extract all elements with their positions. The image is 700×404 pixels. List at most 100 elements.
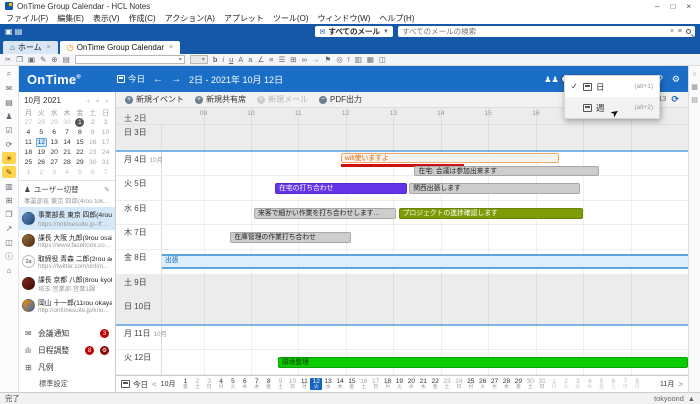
event-bar[interactable]: 在庫管理の作業打ち合わせ <box>230 232 351 243</box>
strip-day-6[interactable]: 6土 <box>608 378 620 391</box>
minical-day-12[interactable]: 12 <box>35 137 48 147</box>
minical-day-14[interactable]: 14 <box>61 137 74 147</box>
strip-day-10[interactable]: 10日 <box>286 378 298 391</box>
format-icon-r0[interactable]: b <box>213 55 218 64</box>
format-icon-1[interactable]: ❐ <box>16 55 23 64</box>
format-icon-r12[interactable]: ◎ <box>336 55 343 64</box>
search-input[interactable] <box>402 27 666 36</box>
minical-nav[interactable]: ‹ ∘ › <box>87 97 110 105</box>
tab-close-icon[interactable]: × <box>169 44 173 51</box>
format-icon-r10[interactable]: → <box>312 55 320 64</box>
format-icon-5[interactable]: ▤ <box>63 55 70 64</box>
format-icon-r5[interactable]: ∠ <box>257 55 264 64</box>
event-bar[interactable]: wifi使いますよ <box>341 153 559 163</box>
panel-icon-1[interactable]: ▦ <box>691 83 698 91</box>
strip-day-18[interactable]: 18月 <box>382 378 394 391</box>
mail-scope-dropdown[interactable]: ✉ すべてのメール ▼ <box>315 26 393 37</box>
day-row-3日[interactable]: 日 3日 <box>116 125 688 150</box>
event-bar[interactable]: プロジェクトの進捗確認します <box>399 208 583 219</box>
minical-day-28[interactable]: 28 <box>35 117 48 127</box>
bookmark-icon-14[interactable]: ⌂ <box>2 264 16 276</box>
user-list-item-4[interactable]: 岡山 十一郎(11rou okaya...http://ontimesuite.… <box>19 295 115 316</box>
format-icon-r8[interactable]: ⊞ <box>290 55 296 64</box>
bookmark-icon-8[interactable]: ▥ <box>2 180 16 192</box>
tab-home[interactable]: ⌂ ホーム × <box>3 41 58 54</box>
user-list-item-2[interactable]: 2a取締役 青森 二郎(2rou ao...https://twitter.co… <box>19 251 115 272</box>
user-list-item-3[interactable]: 課長 京都 八郎(8rou kyot...埼玉-営業部-営業1課 <box>19 272 115 295</box>
edit-pencil-icon[interactable]: ✎ <box>104 186 110 194</box>
minical-day-27[interactable]: 27 <box>48 157 61 167</box>
format-icon-3[interactable]: ✎ <box>40 55 46 64</box>
format-icon-r1[interactable]: i <box>222 55 224 64</box>
day-row-10日[interactable]: 日 10日 <box>116 299 688 324</box>
menu-item-1[interactable]: 編集(E) <box>57 13 84 24</box>
minical-day-7[interactable]: 7 <box>61 127 74 137</box>
strip-day-23[interactable]: 23土 <box>441 378 453 391</box>
minical-day-27[interactable]: 27 <box>22 117 35 127</box>
tab-close-icon[interactable]: × <box>47 44 51 51</box>
menu-item-6[interactable]: ツール(O) <box>273 13 309 24</box>
bookmark-icon-6[interactable]: ☀ <box>2 152 16 164</box>
strip-day-1[interactable]: 1月 <box>548 378 560 391</box>
strip-day-13[interactable]: 13水 <box>322 378 334 391</box>
minical-day-9[interactable]: 9 <box>86 127 99 137</box>
strip-day-24[interactable]: 24日 <box>453 378 465 391</box>
minical-day-5[interactable]: 5 <box>35 127 48 137</box>
minical-day-30[interactable]: 30 <box>61 117 74 127</box>
minical-day-11[interactable]: 11 <box>22 137 35 147</box>
search-box[interactable]: × ≡ <box>398 26 695 37</box>
strip-day-29[interactable]: 29金 <box>512 378 524 391</box>
format-icon-r9[interactable]: ∞ <box>302 55 307 64</box>
minical-day-18[interactable]: 18 <box>22 147 35 157</box>
bookmark-icon-0[interactable]: ⌕ <box>2 68 16 80</box>
strip-day-7[interactable]: 7木 <box>251 378 263 391</box>
search-icon[interactable] <box>686 29 691 34</box>
menu-item-8[interactable]: ヘルプ(H) <box>379 13 414 24</box>
user-list-item-0[interactable]: 事業部長 東京 四郎(4rou...https://ontimesuite.jp… <box>19 207 115 230</box>
format-icon-r15[interactable]: ▦ <box>367 55 374 64</box>
minical-day-2[interactable]: 2 <box>35 167 48 177</box>
strip-today-button[interactable]: 今日 <box>121 379 148 390</box>
minical-day-1[interactable]: 1 <box>73 117 86 127</box>
strip-next-button[interactable]: > <box>678 380 683 389</box>
clear-search-icon[interactable]: × <box>670 28 674 35</box>
strip-day-4[interactable]: 4月 <box>215 378 227 391</box>
sidebar-item-会議通知[interactable]: ✉会議通知3 <box>19 325 115 342</box>
day-row-12日[interactable]: 火 12日環境整理 <box>116 350 688 375</box>
format-icon-r7[interactable]: ☰ <box>279 55 286 64</box>
day-row-6日[interactable]: 水 6日来客で細かい作業を打ち合わせします...プロジェクトの進捗確認します <box>116 201 688 226</box>
format-icon-r2[interactable]: u <box>229 55 233 64</box>
day-row-9日[interactable]: 土 9日 <box>116 275 688 300</box>
today-button[interactable]: 今日 <box>117 73 145 85</box>
minical-day-30[interactable]: 30 <box>86 157 99 167</box>
strip-day-28[interactable]: 28木 <box>501 378 513 391</box>
strip-day-1[interactable]: 1金 <box>179 378 191 391</box>
format-icon-2[interactable]: ▣ <box>28 55 35 64</box>
bookmark-icon-13[interactable]: ⓘ <box>2 250 16 262</box>
minical-day-1[interactable]: 1 <box>22 167 35 177</box>
format-icon-r13[interactable]: ! <box>348 55 350 64</box>
minical-day-6[interactable]: 6 <box>48 127 61 137</box>
minical-day-16[interactable]: 16 <box>86 137 99 147</box>
strip-day-9[interactable]: 9土 <box>275 378 287 391</box>
toolbar-button-1[interactable]: +新規共有席 <box>195 94 246 105</box>
strip-day-30[interactable]: 30土 <box>524 378 536 391</box>
minical-day-4[interactable]: 4 <box>22 127 35 137</box>
view-menu-item-日[interactable]: ✓日(alt+1) <box>565 76 659 97</box>
prev-arrow-button[interactable]: ← <box>153 74 163 85</box>
toolbar-button-0[interactable]: +新規イベント <box>125 94 184 105</box>
minical-day-23[interactable]: 23 <box>86 147 99 157</box>
minical-day-6[interactable]: 6 <box>86 167 99 177</box>
strip-day-2[interactable]: 2火 <box>560 378 572 391</box>
strip-day-5[interactable]: 5火 <box>227 378 239 391</box>
event-bar[interactable]: 環境整理 <box>278 357 688 368</box>
strip-day-11[interactable]: 11月 <box>298 378 310 391</box>
format-icon-r16[interactable]: ◫ <box>379 55 386 64</box>
bookmark-icon-3[interactable]: ♟ <box>2 110 16 122</box>
format-icon-r6[interactable]: ≡ <box>269 55 273 64</box>
maximize-button[interactable]: □ <box>670 2 675 11</box>
menu-item-5[interactable]: アプレット <box>224 13 264 24</box>
day-row-7日[interactable]: 木 7日在庫管理の作業打ち合わせ <box>116 225 688 250</box>
search-options-icon[interactable]: ≡ <box>678 28 682 35</box>
status-caret-icon[interactable]: ▲ <box>688 394 695 403</box>
